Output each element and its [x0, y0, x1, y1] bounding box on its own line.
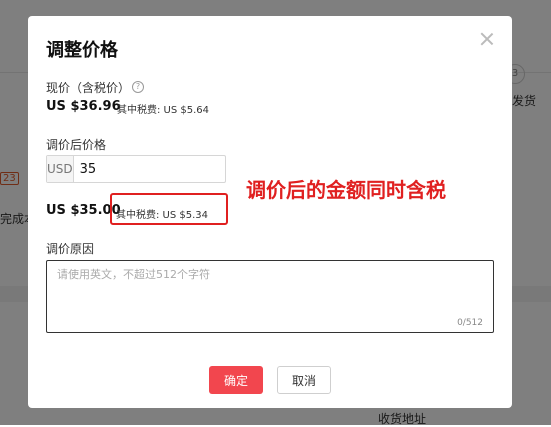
price-input[interactable]: [73, 156, 256, 182]
reason-label: 调价原因: [46, 242, 95, 256]
price-input-group: USD: [46, 155, 256, 183]
current-tax: 其中税费: US $5.64: [117, 105, 210, 116]
reason-textarea[interactable]: [47, 261, 493, 332]
current-price-label: 现价（含税价）: [46, 81, 131, 95]
tax-highlight-box: [110, 193, 228, 225]
new-price-label: 调价后价格: [46, 138, 107, 152]
tax-annotation: 调价后的金额同时含税: [246, 178, 446, 202]
help-icon[interactable]: ?: [132, 81, 144, 93]
confirm-button[interactable]: 确定: [209, 366, 263, 394]
reason-box: 0/512: [46, 260, 494, 333]
cancel-button[interactable]: 取消: [277, 366, 331, 394]
dialog-title: 调整价格: [46, 40, 118, 61]
currency-addon: USD: [47, 156, 74, 182]
adjust-price-dialog: 调整价格 现价（含税价） ? US $36.96 其中税费: US $5.64 …: [28, 16, 512, 408]
close-icon[interactable]: [480, 32, 494, 46]
char-count: 0/512: [457, 318, 483, 328]
current-price: US $36.96: [46, 99, 121, 114]
